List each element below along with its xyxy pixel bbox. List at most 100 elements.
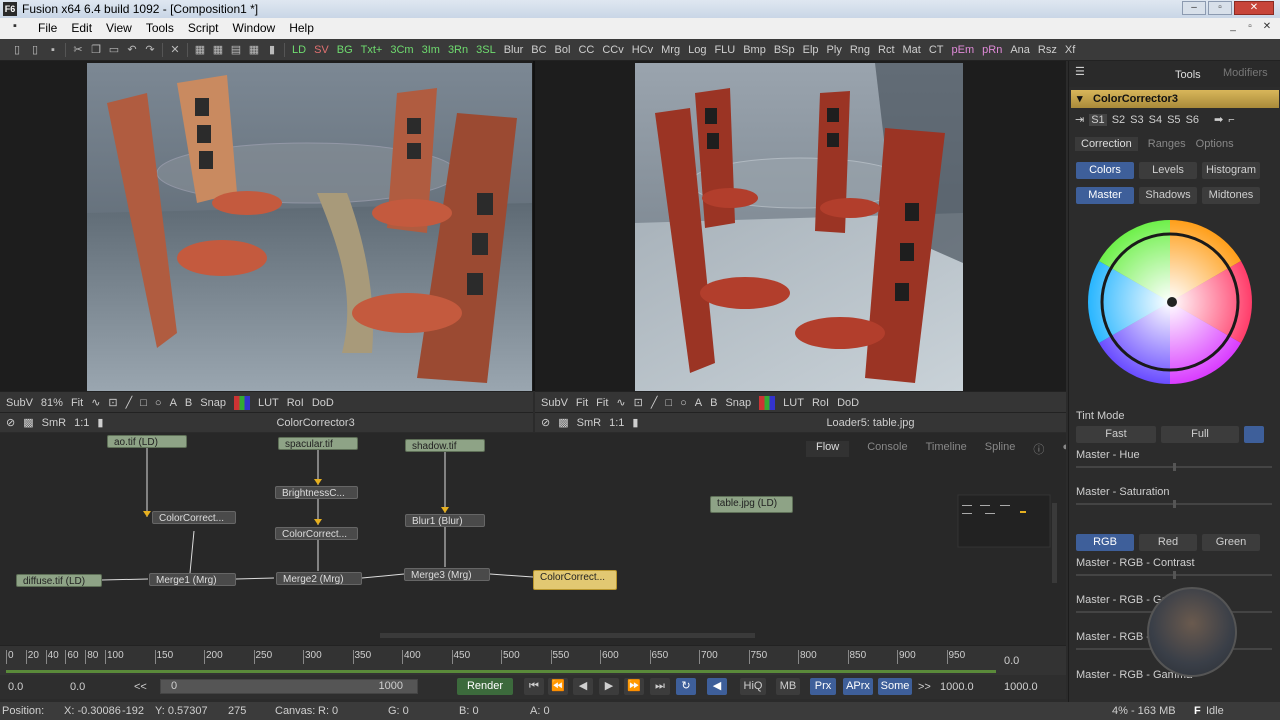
right-smr-button[interactable]: SmR (577, 417, 601, 429)
menu-view[interactable]: View (106, 18, 132, 39)
node-shadow[interactable]: shadow.tif (405, 439, 485, 452)
tool-button-flu[interactable]: FLU (710, 42, 739, 58)
undo-icon[interactable]: ↶ (123, 42, 141, 58)
tool-button-xf[interactable]: Xf (1061, 42, 1079, 58)
node-diffuse[interactable]: diffuse.tif (LD) (16, 574, 102, 587)
text-a-icon[interactable]: A (170, 397, 177, 409)
menu-tools[interactable]: Tools (146, 18, 174, 39)
rect-icon[interactable]: □ (140, 397, 147, 409)
go-start-icon[interactable]: ⏮ (524, 678, 544, 695)
left-fit-button[interactable]: Fit (71, 397, 83, 409)
info-icon[interactable]: ⓘ (1033, 441, 1044, 457)
aprx-button[interactable]: APrx (843, 678, 873, 695)
right-lut-button[interactable]: LUT (783, 397, 804, 409)
save-icon[interactable]: ▪ (44, 42, 62, 58)
midtones-button[interactable]: Midtones (1202, 187, 1260, 204)
maximize-icon[interactable]: ▫ (1208, 1, 1232, 15)
tool-button-mat[interactable]: Mat (899, 42, 925, 58)
tool-button-mrg[interactable]: Mrg (657, 42, 684, 58)
channel-color-icon[interactable] (759, 395, 776, 410)
audio-icon[interactable]: ◀ (707, 678, 727, 695)
slot-s4[interactable]: S4 (1149, 114, 1162, 126)
tool-button-pem[interactable]: pEm (948, 42, 979, 58)
node-colorcorrector-2[interactable]: ColorCorrect... (275, 527, 358, 540)
tool-button-ply[interactable]: Ply (823, 42, 846, 58)
tool-button-ana[interactable]: Ana (1006, 42, 1034, 58)
mdi-close-icon[interactable]: ✕ (1260, 20, 1274, 34)
tool-button-bol[interactable]: Bol (551, 42, 575, 58)
text-a-icon[interactable]: A (695, 397, 702, 409)
tool-button-log[interactable]: Log (684, 42, 710, 58)
left-dod-button[interactable]: DoD (312, 397, 334, 409)
master-hue-slider[interactable] (1076, 463, 1272, 471)
color-wheel[interactable] (1079, 217, 1261, 387)
channel-color-icon[interactable] (233, 395, 250, 410)
global-end[interactable]: 1000.0 (1004, 681, 1038, 693)
slot-s6[interactable]: S6 (1186, 114, 1199, 126)
tool-button-sv[interactable]: SV (310, 42, 333, 58)
tool-button-rng[interactable]: Rng (846, 42, 874, 58)
slot-s5[interactable]: S5 (1167, 114, 1180, 126)
tool-button-cc[interactable]: CC (574, 42, 598, 58)
range-slider[interactable]: 0 1000 (160, 679, 418, 694)
tool-button-bsp[interactable]: BSp (770, 42, 799, 58)
node-merge3[interactable]: Merge3 (Mrg) (404, 568, 490, 581)
render-button[interactable]: Render (457, 678, 513, 695)
close-icon[interactable]: ✕ (1234, 1, 1274, 15)
tab-console[interactable]: Console (867, 441, 907, 457)
cut-icon[interactable]: ✂ (69, 42, 87, 58)
menu-window[interactable]: Window (233, 18, 276, 39)
colors-button[interactable]: Colors (1076, 162, 1134, 179)
flow-editor[interactable]: Flow Console Timeline Spline ⓘ ● ao.tif … (0, 433, 1066, 645)
tool-header[interactable]: ▾ ColorCorrector3 (1071, 90, 1279, 108)
tool-button-3cm[interactable]: 3Cm (386, 42, 417, 58)
some-button[interactable]: Some (878, 678, 912, 695)
left-smr-button[interactable]: SmR (42, 417, 66, 429)
redo-icon[interactable]: ↷ (141, 42, 159, 58)
layout-1-icon[interactable]: ▦ (191, 42, 209, 58)
tab-modifiers[interactable]: Modifiers (1223, 67, 1268, 79)
circle-icon[interactable]: ○ (155, 397, 162, 409)
right-fit-button[interactable]: Fit (576, 397, 588, 409)
left-viewer[interactable] (0, 61, 533, 391)
tool-button-3rn[interactable]: 3Rn (444, 42, 472, 58)
tab-timeline[interactable]: Timeline (926, 441, 967, 457)
step-back-icon[interactable]: ⏪ (548, 678, 568, 695)
shadows-button[interactable]: Shadows (1139, 187, 1197, 204)
tool-button-ccv[interactable]: CCv (598, 42, 627, 58)
loop-icon[interactable]: ↻ (676, 678, 696, 695)
tools-icon[interactable]: ✕ (166, 42, 184, 58)
left-zoom-value[interactable]: 81% (41, 397, 63, 409)
step-forward-icon[interactable]: ⏩ (624, 678, 644, 695)
left-lut-button[interactable]: LUT (258, 397, 279, 409)
right-snap-button[interactable]: Snap (725, 397, 751, 409)
tab-correction[interactable]: Correction (1075, 137, 1138, 151)
new-icon[interactable]: ▯ (8, 42, 26, 58)
comment-icon[interactable]: ● (1062, 441, 1066, 457)
tool-button-txt[interactable]: Txt+ (357, 42, 387, 58)
levels-button[interactable]: Levels (1139, 162, 1197, 179)
mdi-minimize-icon[interactable]: _ (1226, 20, 1240, 34)
rgb-contrast-slider[interactable] (1076, 571, 1272, 579)
render-end[interactable]: 1000.0 (940, 681, 974, 693)
panel-menu-icon[interactable]: ☰ (1075, 65, 1085, 78)
slot-s3[interactable]: S3 (1130, 114, 1143, 126)
tab-tools[interactable]: Tools (1175, 69, 1201, 81)
node-merge2[interactable]: Merge2 (Mrg) (276, 572, 362, 585)
tool-button-ld[interactable]: LD (288, 42, 310, 58)
hiq-button[interactable]: HiQ (740, 678, 766, 695)
node-spacular[interactable]: spacular.tif (278, 437, 358, 450)
play-reverse-icon[interactable]: ◀ (573, 678, 593, 695)
snapshot-icon[interactable]: ⊡ (634, 396, 643, 409)
left-subv-button[interactable]: SubV (6, 397, 33, 409)
lock-icon[interactable]: ⊘ (6, 416, 15, 429)
copy-icon[interactable]: ❐ (87, 42, 105, 58)
snapshot-icon[interactable]: ⊡ (108, 396, 117, 409)
reset-icon[interactable]: ⌐ (1228, 114, 1234, 126)
slot-s2[interactable]: S2 (1112, 114, 1125, 126)
node-table[interactable]: table.jpg (LD) (710, 496, 793, 513)
tool-button-hcv[interactable]: HCv (628, 42, 657, 58)
menu-help[interactable]: Help (289, 18, 314, 39)
paint-icon[interactable]: ╱ (126, 396, 133, 409)
layout-2-icon[interactable]: ▦ (209, 42, 227, 58)
